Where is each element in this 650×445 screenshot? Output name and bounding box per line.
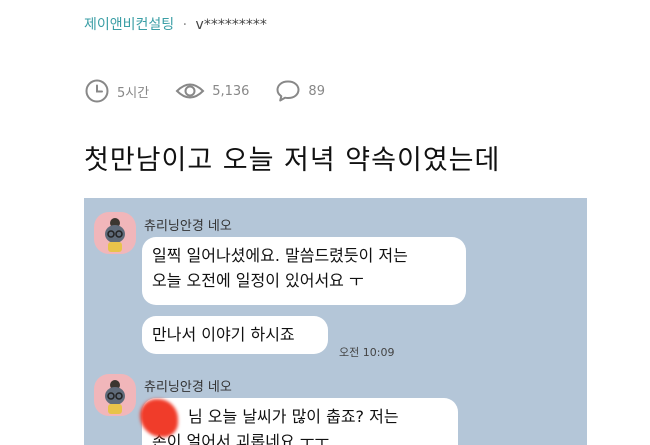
view-count: 5,136 (212, 83, 250, 99)
sender-name: 츄리닝안경 네오 (144, 219, 232, 234)
message-time: 오전 10:09 (339, 346, 395, 359)
message-line: 오늘 오전에 일정이 있어서요 ㅜ (152, 271, 364, 290)
eye-icon (175, 83, 205, 99)
time-ago: 5시간 (117, 85, 150, 101)
avatar (94, 374, 136, 416)
message-line: 님 오늘 날씨가 많이 춥죠? 저는 (188, 407, 399, 426)
comments-stat[interactable]: 89 (275, 79, 325, 103)
time-stat: 5시간 (84, 78, 149, 104)
message-bubble: 만나서 이야기 하시죠 (142, 316, 328, 354)
message-bubble: 님 오늘 날씨가 많이 춥죠? 저는 손이 얼어서 괴롭네요 ㅜㅜ (142, 398, 458, 445)
company-link[interactable]: 제이앤비컨설팅 (84, 17, 174, 33)
views-stat: 5,136 (175, 80, 249, 102)
message-line: 일찍 일어나셨에요. 말씀드렸듯이 저는 (152, 246, 408, 265)
chat-screenshot: 츄리닝안경 네오 일찍 일어나셨에요. 말씀드렸듯이 저는 오늘 오전에 일정이… (84, 198, 587, 445)
meta-separator: · (182, 17, 188, 33)
message-line: 만나서 이야기 하시죠 (152, 325, 295, 344)
post-meta: 제이앤비컨설팅 · v********* (84, 14, 267, 34)
avatar (94, 212, 136, 254)
message-bubble: 일찍 일어나셨에요. 말씀드렸듯이 저는 오늘 오전에 일정이 있어서요 ㅜ (142, 237, 466, 305)
character-avatar-icon (105, 218, 125, 252)
author-name[interactable]: v********* (196, 17, 267, 33)
post-stats: 5시간 5,136 89 (84, 76, 351, 106)
sender-name: 츄리닝안경 네오 (144, 380, 232, 395)
comment-count: 89 (308, 83, 325, 99)
post-title: 첫만남이고 오늘 저녁 약속이였는데 (84, 145, 501, 176)
clock-icon (85, 79, 109, 103)
message-line: 손이 얼어서 괴롭네요 ㅜㅜ (152, 432, 330, 445)
comment-icon (276, 80, 300, 102)
character-avatar-icon (105, 380, 125, 414)
